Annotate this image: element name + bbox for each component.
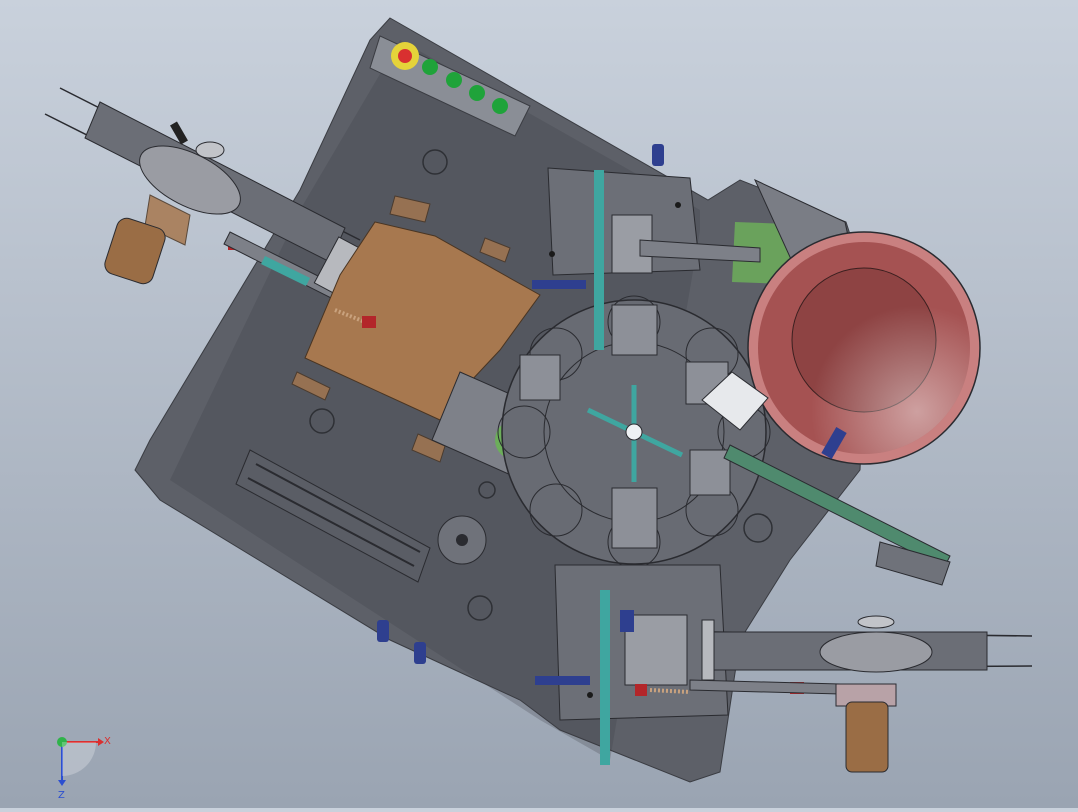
triad-arc	[62, 742, 96, 776]
x-axis-label: X	[104, 736, 111, 747]
station-right[interactable]	[689, 449, 731, 496]
indicator-light-3[interactable]	[469, 85, 485, 101]
lower-unit-slider[interactable]	[624, 614, 688, 686]
tape-reel-hub	[195, 141, 225, 159]
lower-screw-1	[587, 692, 593, 698]
bowl-highlight	[758, 242, 970, 454]
lower-unit-rail	[600, 590, 610, 765]
right-tape-reel-assembly[interactable]	[689, 615, 1033, 773]
right-motor[interactable]	[845, 701, 889, 773]
indicator-light-4[interactable]	[492, 98, 508, 114]
lower-blue-actuator[interactable]	[535, 676, 590, 685]
blue-standoff-3	[414, 642, 426, 664]
lower-red-marker	[635, 684, 647, 696]
upper-screw-1	[549, 251, 555, 257]
z-axis-arrow	[58, 780, 66, 786]
upper-screw-2	[675, 202, 681, 208]
lower-blue-block[interactable]	[620, 610, 634, 632]
upper-blue-actuator[interactable]	[532, 280, 586, 289]
cam-plate-center	[456, 534, 468, 546]
station-left[interactable]	[519, 354, 561, 401]
station-top[interactable]	[611, 304, 658, 356]
z-axis-label: Z	[58, 790, 65, 801]
station-bottom[interactable]	[611, 487, 658, 549]
blue-standoff-2	[377, 620, 389, 642]
hopper-red-marker	[362, 316, 376, 328]
right-tape-reel[interactable]	[819, 631, 933, 673]
upper-unit-rail	[594, 170, 604, 350]
blue-standoff-1	[652, 144, 664, 166]
right-reel-hub	[857, 615, 895, 629]
indicator-light-1[interactable]	[422, 59, 438, 75]
axis-triad: X Z	[57, 736, 111, 801]
cad-model-svg[interactable]: X Z	[0, 0, 1078, 808]
indicator-light-2[interactable]	[446, 72, 462, 88]
right-cylinder[interactable]	[701, 619, 715, 681]
rotary-hub[interactable]	[625, 423, 643, 441]
cad-viewport[interactable]: X Z	[0, 0, 1078, 808]
emergency-stop-center	[398, 49, 412, 63]
